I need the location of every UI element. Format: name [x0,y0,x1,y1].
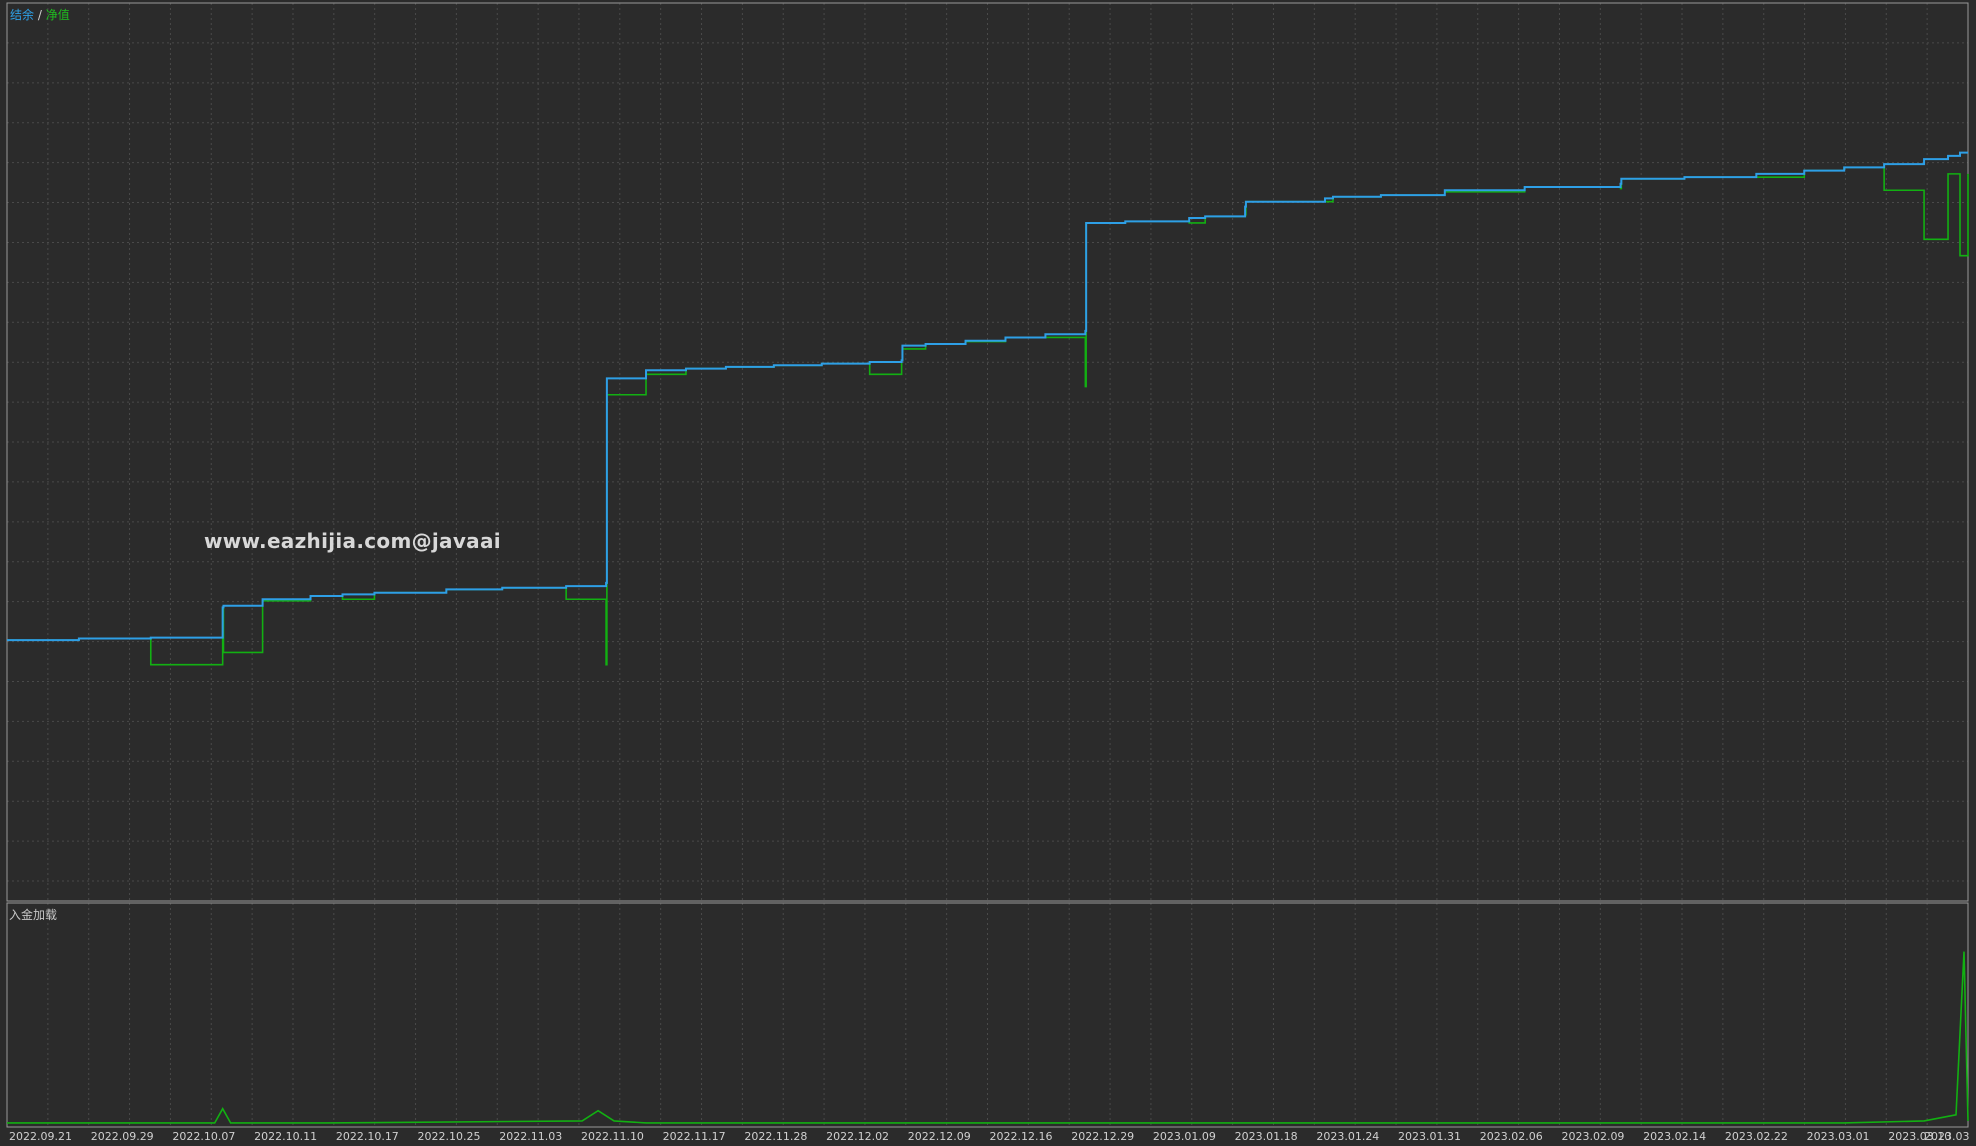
x-tick-label: 2023.02.06 [1480,1130,1543,1143]
x-tick-label: 2022.11.03 [499,1130,562,1143]
legend: 结余 / 净值 [10,6,70,23]
x-tick-label: 2022.10.25 [418,1130,481,1143]
subpanel-grid [47,903,1928,1127]
x-tick-label: 2022.10.11 [254,1130,317,1143]
x-tick-label: 2023.02.22 [1725,1130,1788,1143]
watermark-text: www.eazhijia.com@javaai [204,529,501,553]
x-tick-label: 2022.12.16 [990,1130,1053,1143]
x-tick-label: 2022.09.21 [9,1130,72,1143]
main-panel-frame [6,2,1969,902]
x-tick-label: 2022.12.02 [826,1130,889,1143]
x-tick-label: 2023.01.18 [1235,1130,1298,1143]
x-tick-label: 2022.10.07 [172,1130,235,1143]
x-tick-label: 2023.01.09 [1153,1130,1216,1143]
equity-line [7,166,1969,666]
x-tick-label: 2023.03.01 [1807,1130,1870,1143]
chart-canvas: 2022.09.21 2022.09.29 2022.10.07 2022.10.11… [6,2,1970,1143]
subpanel-label: 入金加载 [9,908,58,922]
x-tick-label: 2023.02.14 [1643,1130,1706,1143]
x-tick-label: 2023.01.24 [1316,1130,1379,1143]
legend-balance: 结余 [10,8,35,22]
main-grid [7,3,1968,901]
x-tick-label: 2022.11.10 [581,1130,644,1143]
x-tick-label: 2023.02.09 [1561,1130,1624,1143]
balance-line [7,151,1968,642]
x-tick-label: 2022.11.28 [744,1130,807,1143]
x-tick-label: 2022.12.09 [908,1130,971,1143]
x-tick-label: 2022.09.29 [91,1130,154,1143]
x-tick-label: 2022.10.17 [336,1130,399,1143]
legend-equity: 净值 [45,8,70,22]
x-tick-label: 2022.11.17 [663,1130,726,1143]
x-tick-label: 2023.03 [1924,1130,1970,1143]
subpanel-line [7,951,1969,1124]
x-axis-ticks: 2022.09.21 2022.09.29 2022.10.07 2022.10.11… [9,1130,1970,1143]
x-tick-label: 2023.01.31 [1398,1130,1461,1143]
x-tick-label: 2022.12.29 [1071,1130,1134,1143]
legend-separator: / [37,8,42,22]
